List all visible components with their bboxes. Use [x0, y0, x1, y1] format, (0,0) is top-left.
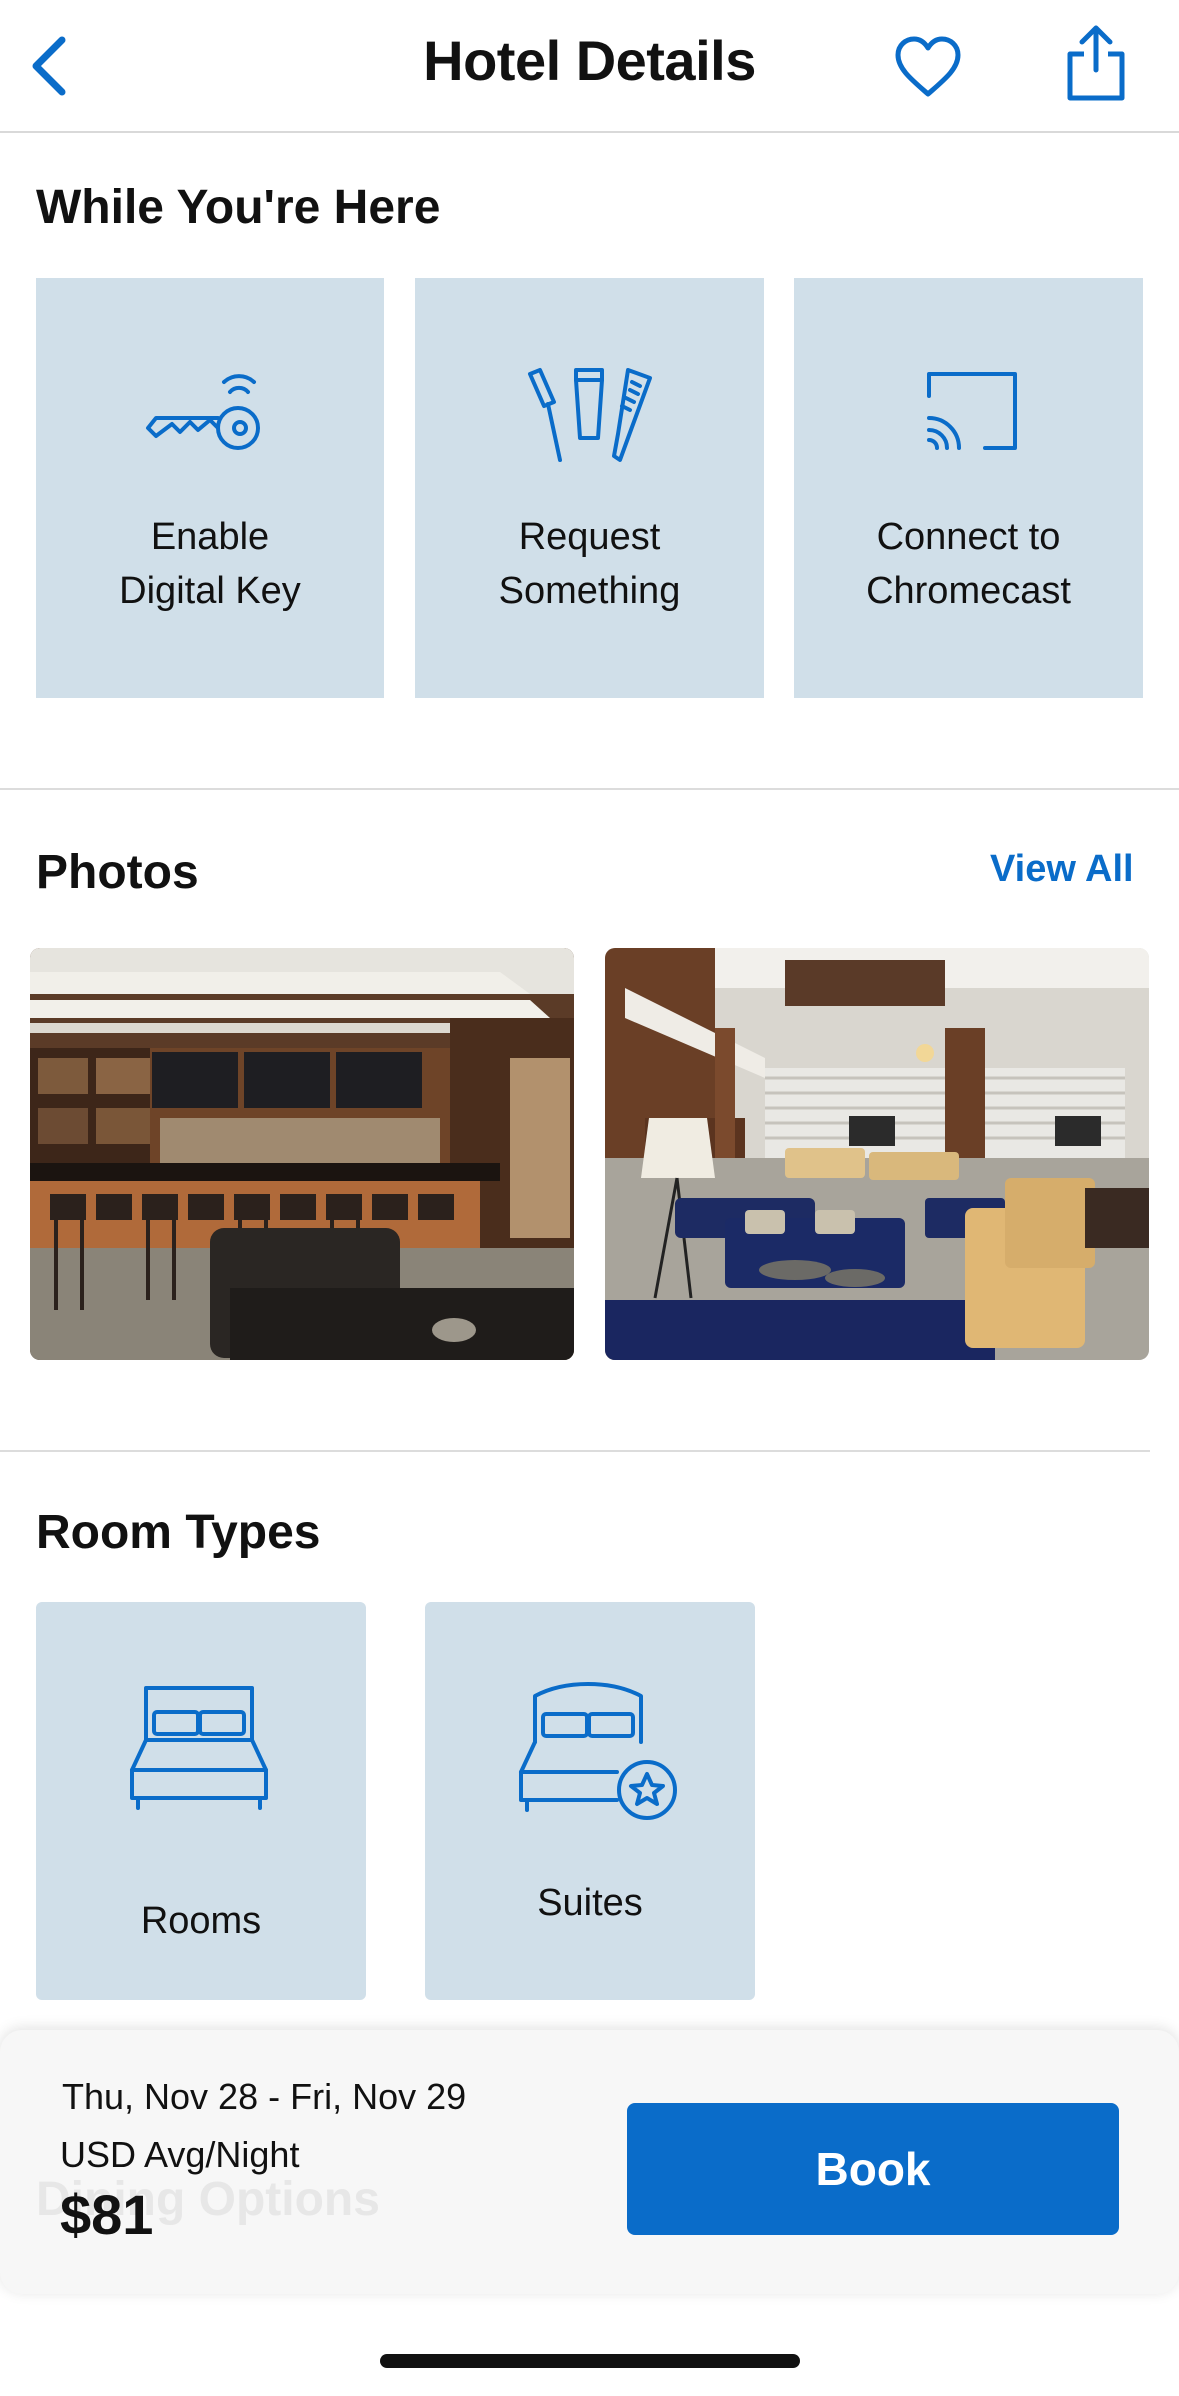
bed-icon — [130, 1686, 268, 1810]
book-button[interactable]: Book — [627, 2103, 1119, 2235]
room-types-title: Room Types — [36, 1506, 321, 1559]
tile-label: Suites — [537, 1882, 643, 1924]
digital-key-icon — [146, 374, 260, 450]
rooms-tile[interactable]: Rooms — [36, 1602, 366, 2000]
tile-label: Rooms — [140, 1900, 262, 1942]
booking-bar: Dining Options Thu, Nov 28 - Fri, Nov 29… — [0, 2030, 1179, 2294]
suites-tile[interactable]: Suites — [425, 1602, 755, 2000]
tile-label: Request Something — [498, 516, 681, 612]
photo-bar[interactable] — [30, 948, 574, 1360]
bed-star-icon — [519, 1682, 677, 1820]
section-divider — [0, 788, 1179, 790]
share-icon — [1067, 25, 1125, 101]
request-something-tile[interactable]: Request Something — [415, 278, 764, 698]
section-divider — [0, 1450, 1150, 1452]
favorite-button[interactable] — [892, 34, 964, 100]
while-here-title: While You're Here — [36, 181, 441, 234]
amenities-icon — [527, 368, 652, 462]
connect-chromecast-tile[interactable]: Connect to Chromecast — [794, 278, 1143, 698]
chromecast-icon — [926, 372, 1017, 450]
photo-lounge[interactable] — [605, 948, 1149, 1360]
nav-header: Hotel Details — [0, 0, 1179, 133]
tile-label: Connect to Chromecast — [866, 516, 1071, 612]
heart-icon — [895, 36, 961, 97]
photos-title: Photos — [36, 846, 199, 899]
share-button[interactable] — [1060, 22, 1132, 104]
view-all-link[interactable]: View All — [990, 848, 1134, 891]
tile-label: Enable Digital Key — [119, 516, 301, 612]
home-indicator — [380, 2354, 800, 2368]
enable-digital-key-tile[interactable]: Enable Digital Key — [36, 278, 384, 698]
price: $81 — [60, 2183, 154, 2246]
avg-night-label: USD Avg/Night — [60, 2134, 300, 2175]
stay-dates: Thu, Nov 28 - Fri, Nov 29 — [62, 2076, 467, 2117]
page-title: Hotel Details — [423, 29, 756, 92]
